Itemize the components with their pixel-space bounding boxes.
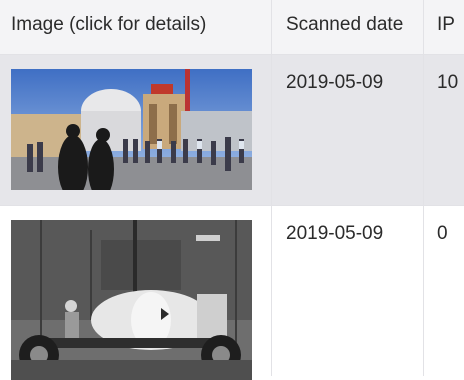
- image-thumbnail[interactable]: [11, 220, 252, 380]
- column-header-ip[interactable]: IP: [437, 14, 455, 36]
- table-header: Image (click for details) Scanned date I…: [0, 0, 464, 55]
- column-divider: [423, 0, 424, 376]
- photo-thumbnail-icon: [11, 69, 252, 190]
- results-table: Image (click for details) Scanned date I…: [0, 0, 464, 380]
- scanned-date-value: 2019-05-09: [286, 223, 384, 244]
- ip-value: 0: [437, 223, 448, 244]
- column-divider: [271, 0, 272, 376]
- image-thumbnail[interactable]: [11, 69, 252, 190]
- column-header-image[interactable]: Image (click for details): [11, 14, 206, 36]
- scanned-date-value: 2019-05-09: [286, 72, 384, 93]
- table-row[interactable]: 2019-05-09 0: [0, 206, 464, 380]
- ip-value: 10: [437, 72, 459, 93]
- table-row[interactable]: 2019-05-09 10: [0, 55, 464, 205]
- column-header-scanned-date[interactable]: Scanned date: [286, 14, 403, 36]
- photo-thumbnail-icon: [11, 220, 252, 380]
